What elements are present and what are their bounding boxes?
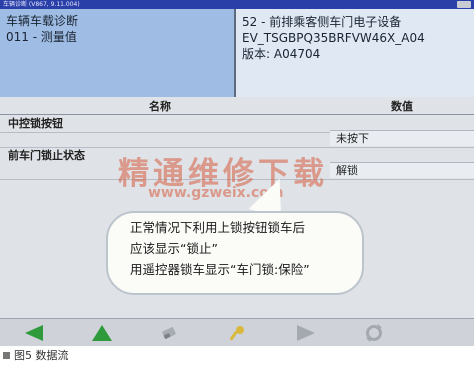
clear-button[interactable] [142, 321, 198, 345]
window-controls[interactable] [457, 1, 471, 8]
vehicle-diagnosis-title: 车辆车载诊断 [6, 14, 79, 28]
software-version: 版本: A04704 [242, 47, 321, 61]
bottom-toolbar [0, 318, 474, 346]
row-name-door-lock-status: 前车门锁止状态 [8, 149, 85, 162]
window-title: 车辆诊断 (V867, 9.11.004) [3, 1, 80, 8]
refresh-icon [366, 324, 382, 342]
column-header-value: 数值 [391, 100, 413, 113]
part-number: EV_TSGBPQ35BRFVW46X_A04 [242, 31, 425, 45]
figure-caption: 图5 数据流 [3, 347, 69, 365]
header-left-panel: 车辆车载诊断 011 - 测量值 [0, 9, 234, 97]
arrow-right-icon [297, 325, 315, 341]
diagnostic-screen: 车辆诊断 (V867, 9.11.004) 车辆车载诊断 011 - 测量值 5… [0, 0, 474, 346]
function-title: 011 - 测量值 [6, 30, 77, 44]
row-value-lock-button: 未按下 [336, 132, 369, 145]
wrench-icon [229, 326, 244, 341]
callout-line-1: 正常情况下利用上锁按钮锁车后 [130, 220, 306, 235]
forward-button[interactable] [278, 321, 334, 345]
row-value-cell: 解锁 [330, 162, 474, 178]
control-unit-name: 52 - 前排乘客侧车门电子设备 [242, 15, 402, 29]
annotation-callout: 正常情况下利用上锁按钮锁车后 应该显示“锁止” 用遥控器锁车显示“车门锁:保险” [106, 211, 364, 295]
row-value-door-lock-status: 解锁 [336, 164, 358, 177]
column-header-name: 名称 [149, 100, 171, 113]
header-divider-line [0, 114, 474, 115]
refresh-button[interactable] [346, 321, 402, 345]
callout-line-3: 用遥控器锁车显示“车门锁:保险” [130, 262, 310, 277]
up-button[interactable] [74, 321, 130, 345]
tools-button[interactable] [210, 321, 266, 345]
caption-square-icon [3, 352, 10, 359]
callout-line-2: 应该显示“锁止” [130, 241, 218, 256]
arrow-left-icon [25, 325, 43, 341]
title-bar: 车辆诊断 (V867, 9.11.004) [0, 0, 474, 9]
arrow-up-icon [92, 325, 112, 341]
eraser-icon [162, 327, 176, 339]
caption-text: 图5 数据流 [14, 349, 69, 362]
row-value-cell: 未按下 [330, 130, 474, 146]
back-button[interactable] [6, 321, 62, 345]
row-name-lock-button: 中控锁按钮 [8, 117, 63, 130]
header-right-panel: 52 - 前排乘客侧车门电子设备 EV_TSGBPQ35BRFVW46X_A04… [236, 9, 474, 97]
